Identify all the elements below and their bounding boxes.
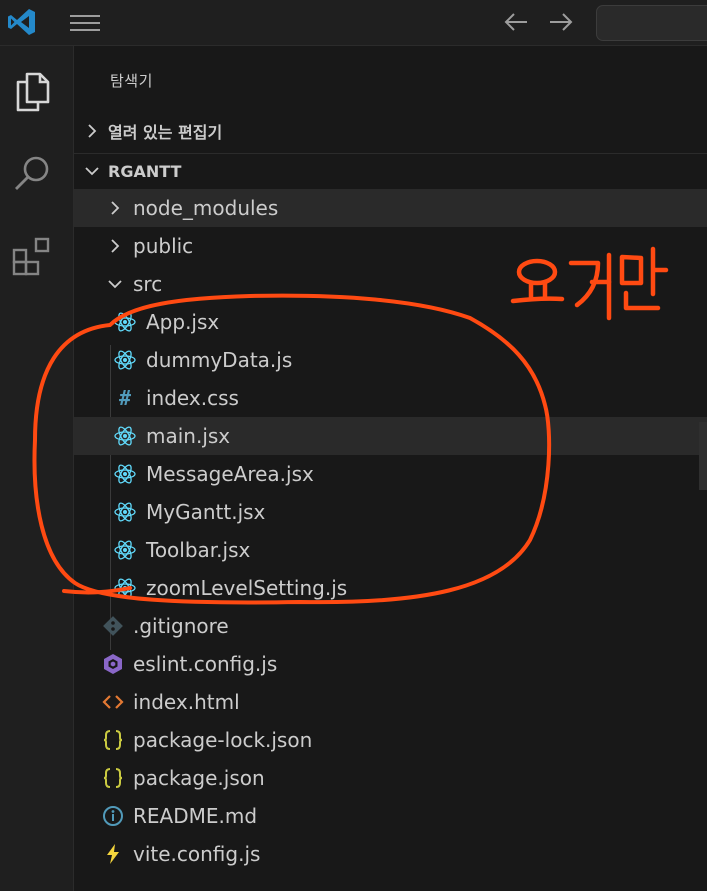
tree-file-messagearea-jsx[interactable]: MessageArea.jsx	[74, 455, 707, 493]
react-icon	[114, 578, 136, 598]
info-icon	[103, 806, 123, 826]
react-icon	[114, 350, 136, 370]
folder-label: public	[133, 234, 194, 258]
tree-folder-public[interactable]: public	[74, 227, 707, 265]
json-braces-icon	[103, 730, 123, 750]
chevron-right-icon	[88, 124, 97, 138]
tree-file-package-lock-json[interactable]: package-lock.json	[74, 721, 707, 759]
back-arrow-icon[interactable]	[503, 10, 529, 34]
tree-folder-node-modules[interactable]: node_modules	[74, 189, 707, 227]
command-center-search[interactable]	[596, 5, 707, 41]
tree-file-vite-config[interactable]: vite.config.js	[74, 835, 707, 873]
tree-folder-src[interactable]: src	[74, 265, 707, 303]
file-label: .gitignore	[133, 614, 229, 638]
tree-file-app-jsx[interactable]: App.jsx	[74, 303, 707, 341]
project-section[interactable]: RGANTT	[74, 153, 707, 188]
tree-file-mygantt-jsx[interactable]: MyGantt.jsx	[74, 493, 707, 531]
vscode-logo-icon	[8, 9, 35, 35]
file-label: main.jsx	[146, 424, 231, 448]
folder-label: node_modules	[133, 196, 279, 220]
eslint-icon	[104, 654, 122, 674]
file-label: MyGantt.jsx	[146, 500, 266, 524]
tree-file-dummydata-js[interactable]: dummyData.js	[74, 341, 707, 379]
file-label: index.html	[133, 690, 240, 714]
file-label: index.css	[146, 386, 239, 410]
file-label: MessageArea.jsx	[146, 462, 314, 486]
tree-file-index-css[interactable]: # index.css	[74, 379, 707, 417]
file-label: App.jsx	[146, 310, 220, 334]
forward-arrow-icon[interactable]	[548, 10, 574, 34]
scrollbar-marker[interactable]	[699, 422, 707, 490]
vite-bolt-icon	[107, 844, 119, 864]
file-label: package.json	[133, 766, 265, 790]
chevron-down-icon	[85, 167, 99, 176]
git-icon	[103, 616, 123, 636]
json-braces-icon	[103, 768, 123, 788]
tree-file-index-html[interactable]: index.html	[74, 683, 707, 721]
title-bar	[0, 0, 707, 46]
react-icon	[114, 464, 136, 484]
chevron-down-icon	[108, 280, 122, 289]
tree-file-readme-md[interactable]: README.md	[74, 797, 707, 835]
file-label: package-lock.json	[133, 728, 313, 752]
tree-file-eslint-config[interactable]: eslint.config.js	[74, 645, 707, 683]
tree-file-toolbar-jsx[interactable]: Toolbar.jsx	[74, 531, 707, 569]
file-label: zoomLevelSetting.js	[146, 576, 348, 600]
explorer-files-icon[interactable]	[10, 68, 56, 114]
search-icon[interactable]	[10, 151, 56, 197]
project-label: RGANTT	[108, 161, 182, 181]
activity-bar	[0, 46, 74, 891]
file-label: vite.config.js	[133, 842, 261, 866]
react-icon	[114, 426, 136, 446]
react-icon	[114, 540, 136, 560]
file-label: dummyData.js	[146, 348, 293, 372]
css-hash-icon: #	[118, 386, 132, 410]
react-icon	[114, 312, 136, 332]
file-label: README.md	[133, 804, 258, 828]
file-label: Toolbar.jsx	[146, 538, 251, 562]
chevron-right-icon	[111, 239, 120, 253]
explorer-sidebar: 탐색기 열려 있는 편집기 RGANTT node_modules public…	[74, 46, 707, 891]
react-icon	[114, 502, 136, 522]
file-label: eslint.config.js	[133, 652, 278, 676]
tree-file-main-jsx[interactable]: main.jsx	[74, 417, 707, 455]
tree-file-gitignore[interactable]: .gitignore	[74, 607, 707, 645]
chevron-right-icon	[111, 201, 120, 215]
tree-file-package-json[interactable]: package.json	[74, 759, 707, 797]
explorer-title: 탐색기	[110, 72, 153, 90]
folder-label: src	[133, 272, 163, 296]
extensions-icon[interactable]	[10, 234, 56, 280]
tree-file-zoomlevelsetting-js[interactable]: zoomLevelSetting.js	[74, 569, 707, 607]
open-editors-section[interactable]: 열려 있는 편집기	[74, 114, 707, 148]
menu-hamburger-icon[interactable]	[70, 12, 100, 34]
open-editors-label: 열려 있는 편집기	[108, 123, 223, 142]
html-tag-icon	[102, 695, 124, 709]
